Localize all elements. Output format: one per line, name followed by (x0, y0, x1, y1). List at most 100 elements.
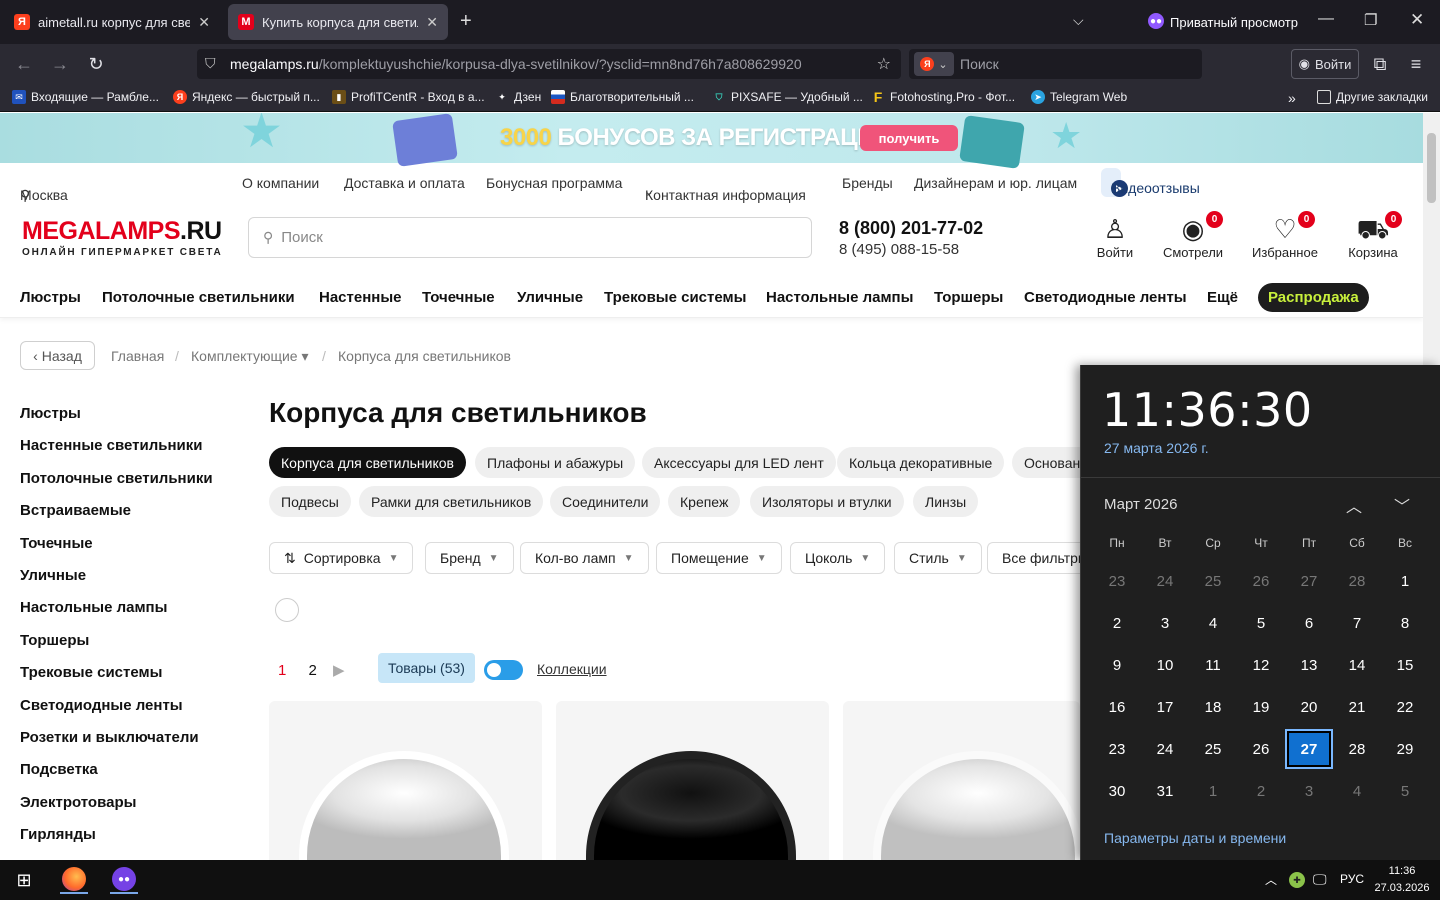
sidebar-item[interactable]: Гирлянды (20, 824, 240, 856)
cat-more[interactable]: Ещё (1207, 289, 1238, 306)
reload-icon[interactable]: ↻ (84, 52, 108, 76)
tray-expand-chevron-up-icon[interactable]: ︿ (1265, 871, 1277, 888)
crumb-components[interactable]: Комплектующие ▾ (191, 348, 309, 365)
cat-wall[interactable]: Настенные (319, 289, 401, 306)
calendar-day[interactable]: 30 (1093, 771, 1141, 811)
month-header[interactable]: Март 2026 (1104, 496, 1177, 513)
next-page-triangle-icon[interactable]: ▶ (333, 662, 345, 679)
calendar-day[interactable]: 3 (1141, 603, 1189, 643)
bookmark-dzen[interactable]: ✦ Дзен (495, 90, 541, 104)
calendar-day[interactable]: 24 (1141, 561, 1189, 601)
all-filters-button[interactable]: Все фильтры (987, 542, 1080, 574)
back-button[interactable]: ‹ Назад (20, 341, 95, 370)
menu-hamburger-icon[interactable]: ≡ (1404, 52, 1428, 76)
banner-get-button[interactable]: получить (860, 125, 958, 151)
sidebar-item[interactable]: Подсветка (20, 759, 240, 791)
sidebar-item[interactable]: Розетки и выключатели (20, 727, 240, 759)
chip-housings[interactable]: Корпуса для светильников (269, 447, 466, 478)
chip-lenses[interactable]: Линзы (913, 486, 979, 517)
calendar-day[interactable]: 22 (1381, 687, 1429, 727)
nav-link-brands[interactable]: Бренды (842, 175, 893, 191)
chip-shades[interactable]: Плафоны и абажуры (475, 447, 636, 478)
calendar-day[interactable]: 4 (1333, 771, 1381, 811)
color-swatch-gray[interactable] (341, 598, 365, 622)
calendar-day[interactable]: 2 (1237, 771, 1285, 811)
chip-fasteners[interactable]: Крепеж (668, 486, 741, 517)
phone-main[interactable]: 8 (800) 201-77-02 (839, 218, 983, 239)
minimize-icon[interactable]: — (1318, 10, 1334, 28)
nav-link-delivery[interactable]: Доставка и оплата (344, 175, 465, 191)
firefox-private-taskbar-icon[interactable]: ●● (110, 866, 138, 894)
previous-month-chevron-up-icon[interactable]: ︿ (1346, 493, 1362, 517)
tray-app-icon[interactable]: ✚ (1289, 872, 1305, 888)
next-month-chevron-down-icon[interactable]: ﹀ (1394, 493, 1410, 517)
bookmark-profitcentr[interactable]: ▮ ProfiTCentR - Вход в а... (332, 90, 485, 104)
input-language[interactable]: РУС (1340, 872, 1364, 886)
nav-link-designers[interactable]: Дизайнерам и юр. лицам (914, 175, 1077, 191)
taskbar-clock[interactable]: 11:36 27.03.2026 (1372, 863, 1432, 897)
calendar-day[interactable]: 5 (1381, 771, 1429, 811)
color-swatch-black[interactable] (308, 598, 332, 622)
cat-spot[interactable]: Точечные (422, 289, 495, 306)
calendar-day[interactable]: 3 (1285, 771, 1333, 811)
calendar-day[interactable]: 15 (1381, 645, 1429, 685)
forward-arrow-icon[interactable]: → (48, 52, 72, 76)
cat-ceiling[interactable]: Потолочные светильники (102, 289, 295, 306)
calendar-day[interactable]: 25 (1189, 561, 1237, 601)
calendar-day[interactable]: 9 (1093, 645, 1141, 685)
sidebar-item[interactable]: Потолочные светильники (20, 468, 240, 500)
tab-megalamps[interactable]: M Купить корпуса для светильни ✕ (228, 4, 448, 40)
calendar-day[interactable]: 16 (1093, 687, 1141, 727)
calendar-day[interactable]: 19 (1237, 687, 1285, 727)
calendar-day-today[interactable]: 27 (1285, 729, 1333, 769)
chip-connectors[interactable]: Соединители (550, 486, 661, 517)
cart-button[interactable]: ⛟ 0 Корзина (1345, 211, 1402, 260)
chip-led-accessories[interactable]: Аксессуары для LED лент (642, 447, 836, 478)
page-1[interactable]: 1 (278, 662, 286, 679)
calendar-day[interactable]: 2 (1093, 603, 1141, 643)
collections-toggle[interactable] (484, 660, 523, 680)
calendar-day[interactable]: 6 (1285, 603, 1333, 643)
full-date-link[interactable]: 27 марта 2026 г. (1104, 440, 1209, 456)
page-2[interactable]: 2 (309, 662, 317, 679)
tab-aimetall[interactable]: Я aimetall.ru корпус для светоди ✕ (4, 4, 220, 40)
calendar-day[interactable]: 10 (1141, 645, 1189, 685)
calendar-day[interactable]: 4 (1189, 603, 1237, 643)
browser-search-box[interactable]: Я ⌄ Поиск (909, 49, 1202, 79)
bookmark-rambler[interactable]: ✉ Входящие — Рамбле... (12, 90, 159, 104)
cat-track[interactable]: Трековые системы (604, 289, 746, 306)
crumb-home[interactable]: Главная (111, 348, 164, 364)
other-bookmarks[interactable]: Другие закладки (1317, 90, 1428, 104)
video-reviews-button[interactable]: ▶ Видеоотзывы (1101, 168, 1200, 197)
sidebar-item[interactable]: Настольные лампы (20, 597, 240, 629)
calendar-day[interactable]: 29 (1381, 729, 1429, 769)
calendar-day[interactable]: 25 (1189, 729, 1237, 769)
chip-suspensions[interactable]: Подвесы (269, 486, 351, 517)
calendar-day[interactable]: 11 (1189, 645, 1237, 685)
calendar-day[interactable]: 31 (1141, 771, 1189, 811)
calendar-day[interactable]: 20 (1285, 687, 1333, 727)
calendar-day[interactable]: 23 (1093, 729, 1141, 769)
calendar-day[interactable]: 23 (1093, 561, 1141, 601)
calendar-day[interactable]: 7 (1333, 603, 1381, 643)
site-info-shield-icon[interactable]: ⛉ (205, 55, 216, 72)
windows-start-icon[interactable]: ⊞ (10, 866, 38, 894)
back-arrow-icon[interactable]: ← (12, 52, 36, 76)
search-engine-yandex-icon[interactable]: Я ⌄ (914, 52, 954, 76)
site-search-input[interactable]: ⚲ Поиск (248, 217, 812, 258)
firefox-taskbar-icon[interactable] (60, 866, 88, 894)
sale-button[interactable]: Распродажа (1258, 283, 1369, 312)
more-bookmarks-chevron-icon[interactable]: » (1288, 90, 1296, 106)
restore-icon[interactable]: ❐ (1364, 11, 1377, 29)
cat-outdoor[interactable]: Уличные (517, 289, 583, 306)
calendar-day[interactable]: 8 (1381, 603, 1429, 643)
calendar-day[interactable]: 28 (1333, 561, 1381, 601)
nav-link-about[interactable]: О компании (242, 175, 319, 191)
login-button[interactable]: ♙ Войти (1094, 213, 1136, 260)
close-tab-icon[interactable]: ✕ (426, 14, 438, 31)
style-filter[interactable]: Стиль ▼ (894, 542, 982, 574)
list-tabs-chevron-down-icon[interactable]: ⌵ (1073, 12, 1084, 29)
bookmark-star-icon[interactable]: ☆ (877, 54, 891, 74)
calendar-day[interactable]: 1 (1189, 771, 1237, 811)
calendar-day[interactable]: 5 (1237, 603, 1285, 643)
